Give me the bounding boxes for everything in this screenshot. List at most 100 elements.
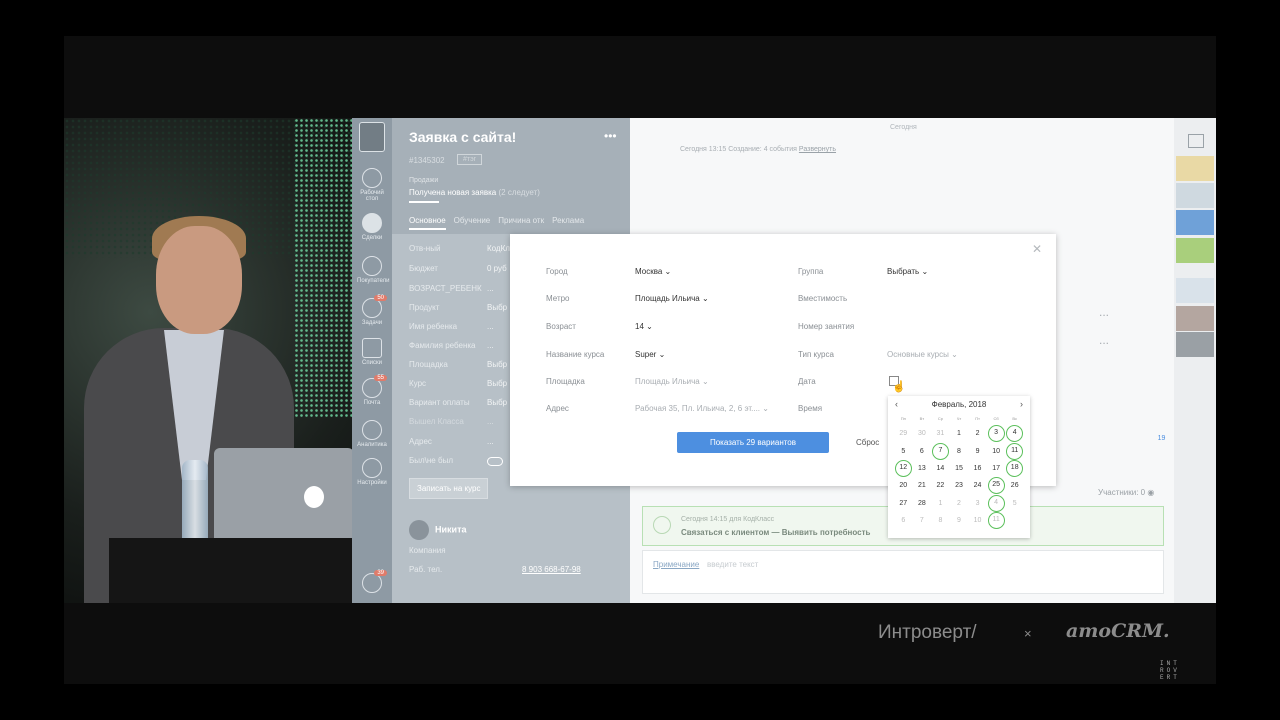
integration-widget-2[interactable] [1176, 183, 1214, 208]
calendar-day[interactable]: 17 [987, 460, 1006, 477]
calendar-day[interactable]: 5 [894, 442, 913, 459]
attended-toggle[interactable] [487, 457, 503, 466]
note-editor[interactable]: Примечание введите текст [642, 550, 1164, 594]
integration-widget-7[interactable] [1176, 332, 1214, 357]
calendar-day[interactable]: 9 [968, 442, 987, 459]
modal-label-capacity: Вместимость [798, 294, 848, 303]
calendar-day[interactable]: 11 [1005, 442, 1024, 460]
city-select[interactable]: Москва ⌄ [635, 267, 671, 276]
calendar-day[interactable]: 7 [931, 442, 950, 460]
expand-link[interactable]: Развернуть [799, 146, 836, 153]
calendar-day[interactable]: 7 [913, 512, 932, 529]
calendar-day[interactable]: 27 [894, 495, 913, 512]
integration-widget-5[interactable] [1176, 278, 1214, 303]
weekday-label: Ср [937, 416, 943, 421]
calendar-day[interactable]: 4 [987, 494, 1006, 512]
integration-widget-4[interactable] [1176, 238, 1214, 263]
integration-widget-1[interactable] [1176, 156, 1214, 181]
sidebar-item-mail[interactable]: Почта 55 [357, 375, 387, 406]
calendar-day[interactable]: 15 [950, 460, 969, 477]
more-options-icon[interactable]: ••• [604, 129, 617, 143]
phone-link[interactable]: 8 903 668-67-98 [522, 565, 581, 574]
settings-icon [362, 458, 382, 478]
integrations-bar [1174, 118, 1216, 603]
analytics-icon [362, 420, 382, 440]
chevron-down-icon: ⌄ [921, 267, 929, 276]
calendar-day[interactable]: 3 [987, 425, 1006, 443]
stage-select[interactable]: Получена новая заявка (2 следует) [409, 188, 540, 197]
tab-reject-reason[interactable]: Причина отк [498, 216, 544, 225]
tab-main[interactable]: Основное [409, 216, 446, 230]
sidebar-item-deals[interactable]: Сделки [357, 213, 387, 241]
calendar-day[interactable]: 29 [894, 425, 913, 442]
calendar-day[interactable]: 8 [931, 512, 950, 529]
course-type-select[interactable]: Основные курсы ⌄ [887, 350, 958, 359]
participants-count[interactable]: Участники: 0 ◉ [1098, 488, 1154, 497]
calendar-day[interactable]: 20 [894, 477, 913, 494]
calendar-day[interactable]: 6 [913, 442, 932, 459]
calendar-day[interactable]: 25 [987, 477, 1006, 495]
calendar-day[interactable]: 8 [950, 442, 969, 459]
calendar-day[interactable]: 9 [950, 512, 969, 529]
calendar-day[interactable]: 16 [968, 460, 987, 477]
exit-icon[interactable] [1176, 124, 1214, 149]
user-avatar[interactable] [357, 122, 387, 154]
calendar-day[interactable]: 10 [968, 512, 987, 529]
field-company[interactable]: Компания [409, 546, 619, 555]
integration-widget-6[interactable] [1176, 306, 1214, 331]
show-variants-button[interactable]: Показать 29 вариантов [677, 432, 829, 453]
metro-select[interactable]: Площадь Ильича ⌄ [635, 294, 709, 303]
sidebar-item-customers[interactable]: Покупатели [357, 256, 389, 284]
sidebar-item-settings[interactable]: Настройки [357, 458, 387, 486]
calendar-day[interactable]: 23 [950, 477, 969, 494]
calendar-day[interactable]: 22 [931, 477, 950, 494]
calendar-day[interactable]: 18 [1005, 459, 1024, 477]
group-select[interactable]: Выбрать ⌄ [887, 267, 928, 276]
sidebar-item-dashboard[interactable]: Рабочий стол [357, 168, 387, 202]
calendar-day[interactable]: 21 [913, 477, 932, 494]
reset-button[interactable]: Сброс [856, 438, 879, 447]
calendar-day[interactable]: 5 [1005, 495, 1024, 512]
calendar-day[interactable]: 14 [931, 460, 950, 477]
mail-icon [362, 378, 382, 398]
sidebar-item-chat[interactable]: 39 [357, 570, 387, 595]
close-icon[interactable]: ✕ [1032, 242, 1042, 256]
note-type-link[interactable]: Примечание [653, 560, 699, 569]
sidebar-item-analytics[interactable]: Аналитика [357, 420, 387, 448]
calendar-day[interactable]: 6 [894, 512, 913, 529]
contact-card[interactable]: Никита [409, 520, 466, 540]
tab-education[interactable]: Обучение [454, 216, 491, 225]
calendar-day[interactable]: 26 [1005, 477, 1024, 494]
tab-ads[interactable]: Реклама [552, 216, 584, 225]
next-month-icon[interactable]: › [1020, 399, 1023, 409]
address-select[interactable]: Рабочая 35, Пл. Ильича, 2, 6 эт.... ⌄ [635, 404, 769, 413]
calendar-day[interactable]: 1 [950, 425, 969, 442]
sidebar-item-tasks[interactable]: Задачи 50 [357, 295, 387, 326]
age-select[interactable]: 14 ⌄ [635, 322, 653, 331]
sidebar-item-lists[interactable]: Списки [357, 338, 387, 366]
calendar-day[interactable]: 13 [913, 460, 932, 477]
enroll-course-button[interactable]: Записать на курс [409, 478, 489, 499]
calendar-day[interactable]: 28 [913, 495, 932, 512]
calendar-day[interactable]: 12 [894, 459, 913, 477]
course-name-select[interactable]: Super ⌄ [635, 350, 665, 359]
brand-separator: × [1024, 626, 1032, 641]
calendar-day[interactable]: 4 [1005, 425, 1024, 443]
calendar-day[interactable]: 1 [931, 495, 950, 512]
calendar-day[interactable]: 19 [1154, 431, 1169, 446]
chevron-down-icon: ⌄ [762, 404, 769, 413]
deal-title[interactable]: Заявка с сайта! [409, 129, 516, 145]
weekday-label: Пт [975, 416, 980, 421]
calendar-day[interactable]: 30 [913, 425, 932, 442]
calendar-day[interactable]: 10 [987, 442, 1006, 459]
venue-select[interactable]: Площадь Ильича ⌄ [635, 377, 709, 386]
modal-label-time: Время [798, 404, 823, 413]
calendar-day[interactable]: 2 [950, 495, 969, 512]
calendar-day[interactable]: 24 [968, 477, 987, 494]
calendar-day[interactable]: 2 [968, 425, 987, 442]
add-tag-button[interactable]: #тэг [457, 154, 483, 165]
integration-widget-3[interactable] [1176, 210, 1214, 235]
calendar-day[interactable]: 3 [968, 495, 987, 512]
calendar-day[interactable]: 11 [987, 512, 1006, 530]
calendar-day[interactable]: 31 [931, 425, 950, 442]
